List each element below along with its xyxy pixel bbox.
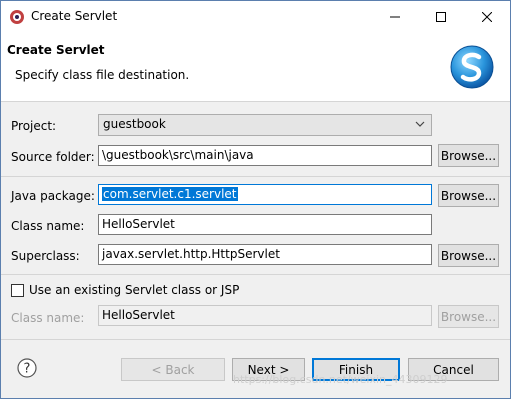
source-folder-label: Source folder: [11,150,95,164]
create-servlet-dialog: Create Servlet Create Servlet Specify cl… [0,0,511,399]
use-existing-checkbox[interactable] [11,284,24,297]
project-label: Project: [11,119,57,133]
project-combo[interactable]: guestbook [98,114,432,136]
browse-superclass-button[interactable]: Browse... [438,244,499,267]
separator [1,339,510,340]
close-button[interactable] [464,1,510,32]
existing-class-name-label: Class name: [11,311,85,325]
browse-java-package-button[interactable]: Browse... [438,184,499,207]
superclass-field[interactable]: javax.servlet.http.HttpServlet [98,244,432,265]
source-folder-field[interactable]: \guestbook\src\main\java [98,145,432,166]
use-existing-checkbox-label[interactable]: Use an existing Servlet class or JSP [29,283,239,297]
browse-existing-class-button: Browse... [438,305,499,328]
watermark-text: https://blog.csdn.net/weixin_44309129 [233,373,448,386]
back-button: < Back [121,358,225,381]
java-package-selected-text: com.servlet.c1.servlet [102,187,238,201]
separator [1,176,510,177]
title-bar: Create Servlet [1,1,510,32]
window-title: Create Servlet [31,9,118,23]
close-icon [482,11,492,22]
help-icon[interactable]: ? [17,358,37,378]
class-name-label: Class name: [11,219,85,233]
separator [1,274,510,275]
svg-text:?: ? [24,362,31,377]
superclass-label: Superclass: [11,249,80,263]
browse-source-folder-button[interactable]: Browse... [438,144,499,167]
maximize-button[interactable] [418,1,464,32]
minimize-icon [390,16,400,17]
servlet-logo-icon [450,45,494,89]
maximize-icon [436,11,446,22]
wizard-title: Create Servlet [7,43,105,57]
existing-class-name-field: HelloServlet [98,305,432,326]
java-package-field[interactable]: com.servlet.c1.servlet [98,184,432,205]
wizard-header: Create Servlet Specify class file destin… [1,32,510,102]
class-name-field[interactable]: HelloServlet [98,214,432,235]
project-combo-value: guestbook [103,117,166,131]
wizard-description: Specify class file destination. [15,68,190,82]
eclipse-gear-icon [10,10,24,24]
minimize-button[interactable] [372,1,418,32]
java-package-label: Java package: [11,189,95,203]
chevron-down-icon [415,121,425,127]
